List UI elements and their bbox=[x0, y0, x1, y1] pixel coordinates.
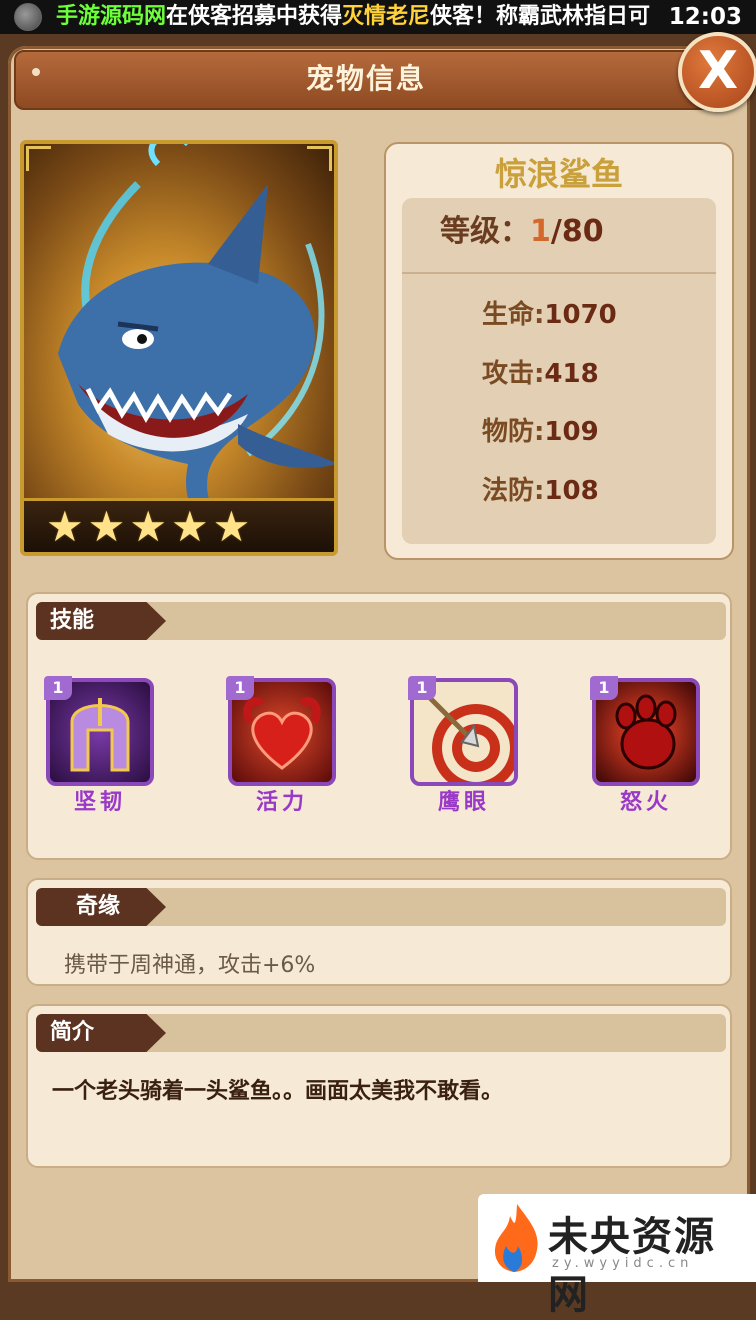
skills-section: 技能 1 坚韧 1 活力 1 鹰眼 1 怒火 bbox=[26, 592, 732, 860]
intro-text: 一个老头骑着一头鲨鱼。。画面太美我不敢看。 bbox=[52, 1079, 504, 1104]
level-max: /80 bbox=[550, 214, 604, 249]
section-title: 技能 bbox=[50, 608, 95, 633]
fate-section: 奇缘 携带于周神通，攻击+6% bbox=[26, 878, 732, 986]
clock: 12:03 bbox=[668, 4, 742, 30]
fate-text: 携带于周神通，攻击+6% bbox=[64, 953, 316, 978]
status-bar: 手游源码网在侠客招募中获得灭情老尼侠客！称霸武林指日可 12:03 bbox=[0, 0, 756, 34]
stat-label: 生命: bbox=[482, 300, 545, 330]
flame-logo-icon bbox=[494, 1204, 538, 1272]
stat-label: 法防: bbox=[482, 476, 545, 506]
skill-level-badge: 1 bbox=[408, 676, 436, 700]
pet-portrait: ★ ★ ★ ★ ★ bbox=[20, 140, 338, 556]
marquee-highlight: 灭情老尼 bbox=[342, 4, 431, 29]
app-icon bbox=[14, 3, 42, 31]
stat-value: 418 bbox=[544, 359, 599, 389]
star-icon: ★ bbox=[212, 501, 251, 551]
stat-physical-defense: 物防:109 bbox=[482, 415, 599, 449]
skill-card[interactable]: 1 活力 bbox=[226, 676, 338, 818]
stat-label: 攻击: bbox=[482, 359, 545, 389]
skill-card[interactable]: 1 怒火 bbox=[590, 676, 702, 818]
stat-hp: 生命:1070 bbox=[482, 298, 617, 332]
stat-value: 1070 bbox=[544, 300, 617, 330]
level-row: 等级：1/80 bbox=[440, 212, 604, 252]
intro-section: 简介 一个老头骑着一头鲨鱼。。画面太美我不敢看。 bbox=[26, 1004, 732, 1168]
section-header: 简介 bbox=[36, 1014, 726, 1052]
skill-level-badge: 1 bbox=[44, 676, 72, 700]
section-header: 奇缘 bbox=[36, 888, 726, 926]
section-tab: 技能 bbox=[36, 602, 166, 640]
section-tab: 简介 bbox=[36, 1014, 166, 1052]
stat-attack: 攻击:418 bbox=[482, 357, 599, 391]
star-icon: ★ bbox=[87, 501, 126, 551]
section-title: 奇缘 bbox=[76, 894, 121, 919]
star-rating: ★ ★ ★ ★ ★ bbox=[24, 498, 334, 552]
stat-value: 109 bbox=[544, 417, 599, 447]
skill-name: 坚韧 bbox=[73, 790, 126, 815]
level-current: 1 bbox=[530, 214, 551, 249]
skill-level-badge: 1 bbox=[590, 676, 618, 700]
marquee-text-2: 侠客！称霸武林指日可 bbox=[430, 4, 651, 29]
frame-corner bbox=[26, 146, 51, 171]
marquee-brand: 手游源码网 bbox=[56, 4, 167, 29]
stat-value: 108 bbox=[544, 476, 599, 506]
divider bbox=[402, 272, 716, 274]
stat-label: 物防: bbox=[482, 417, 545, 447]
frame-corner bbox=[307, 146, 332, 171]
star-icon: ★ bbox=[46, 501, 84, 551]
skill-card[interactable]: 1 鹰眼 bbox=[408, 676, 520, 818]
shark-image bbox=[58, 144, 334, 534]
skill-card[interactable]: 1 坚韧 bbox=[44, 676, 156, 818]
skill-name: 鹰眼 bbox=[437, 790, 490, 815]
announcement-marquee: 手游源码网在侠客招募中获得灭情老尼侠客！称霸武林指日可 bbox=[56, 0, 664, 34]
stat-magic-defense: 法防:108 bbox=[482, 474, 599, 508]
star-icon: ★ bbox=[170, 501, 209, 551]
stats-panel: 等级：1/80 生命:1070 攻击:418 物防:109 法防:108 bbox=[402, 198, 716, 544]
section-tab: 奇缘 bbox=[36, 888, 166, 926]
watermark: 未央资源网 zy.wyyidc.cn bbox=[478, 1194, 756, 1318]
star-icon: ★ bbox=[129, 501, 167, 551]
marquee-text-1: 在侠客招募中获得 bbox=[166, 4, 343, 29]
close-button[interactable]: X bbox=[678, 32, 756, 112]
skill-level-badge: 1 bbox=[226, 676, 254, 700]
skill-name: 活力 bbox=[255, 790, 308, 815]
section-header: 技能 bbox=[36, 602, 726, 640]
pet-name: 惊浪鲨鱼 bbox=[494, 155, 623, 193]
pet-stats-card: 惊浪鲨鱼 等级：1/80 生命:1070 攻击:418 物防:109 法防:10… bbox=[384, 142, 734, 560]
watermark-url: zy.wyyidc.cn bbox=[552, 1256, 694, 1271]
skill-name: 怒火 bbox=[619, 790, 672, 815]
section-title: 简介 bbox=[50, 1020, 95, 1045]
window-title: 宠物信息 bbox=[305, 62, 426, 95]
title-bar: 宠物信息 bbox=[14, 50, 718, 110]
level-label: 等级： bbox=[440, 214, 530, 249]
